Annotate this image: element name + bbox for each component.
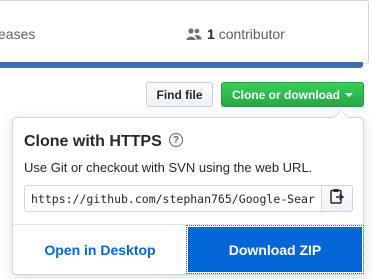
clone-or-download-label: Clone or download [232,87,340,102]
caret-down-icon [345,92,353,97]
help-icon[interactable]: ? [169,133,183,147]
clone-or-download-button[interactable]: Clone or download [221,82,364,107]
clone-dropdown-footer: Open in Desktop Download ZIP [13,224,364,274]
repo-stats-bar [0,0,369,64]
people-icon [186,27,202,44]
contributors-label: contributor [218,26,285,42]
contributors-count: 1 [207,26,215,42]
find-file-button[interactable]: Find file [146,82,213,107]
language-bar [0,62,363,68]
clone-title: Clone with HTTPS [24,133,162,150]
clipboard-icon [330,188,345,209]
download-zip-button[interactable]: Download ZIP [186,225,364,274]
clone-description: Use Git or checkout with SVN using the w… [24,160,313,175]
clone-url-input[interactable] [25,186,321,211]
dropdown-pointer-fill [334,111,348,118]
open-in-desktop-button[interactable]: Open in Desktop [13,225,187,274]
contributors-link[interactable]: 1 contributor [186,26,285,44]
copy-url-button[interactable] [321,186,352,211]
releases-link[interactable]: eases [0,26,35,42]
clone-url-group [24,185,353,212]
help-icon-glyph: ? [172,134,180,146]
clone-dropdown: Clone with HTTPS ? Use Git or checkout w… [12,110,364,275]
